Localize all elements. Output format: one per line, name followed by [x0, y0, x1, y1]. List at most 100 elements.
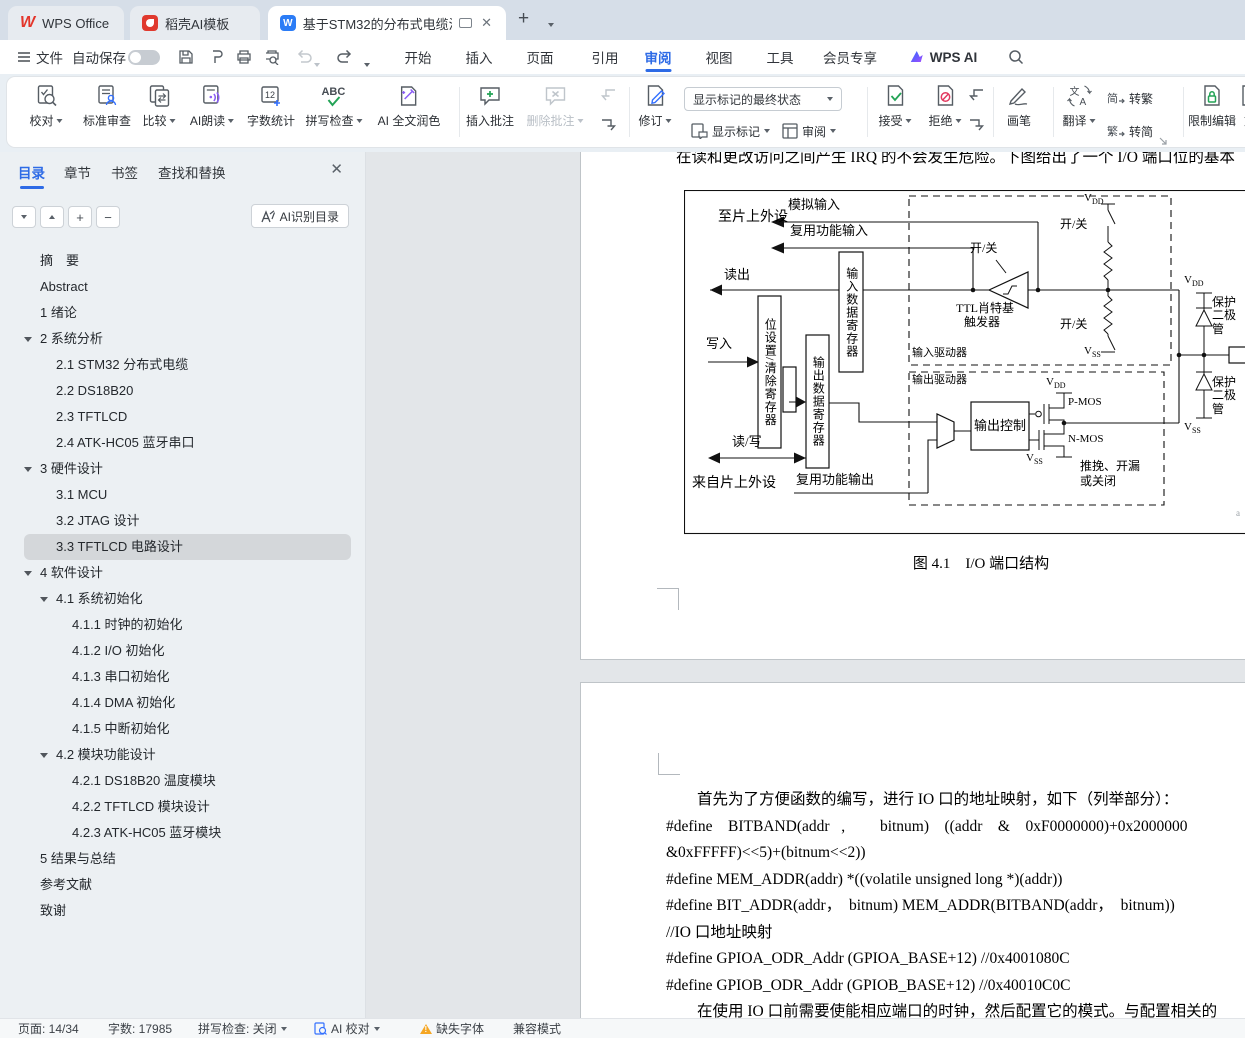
sidebar-tab-bookmarks[interactable]: 书签 [111, 162, 138, 182]
new-tab-button[interactable]: + [518, 8, 529, 30]
menu-insert[interactable]: 插入 [466, 40, 493, 74]
word-count-indicator[interactable]: 字数: 17985 [108, 1019, 172, 1038]
search-icon[interactable] [1008, 49, 1024, 65]
compare-button[interactable]: 比较 [142, 83, 175, 129]
sidebar-tab-find-replace[interactable]: 查找和替换 [158, 162, 226, 182]
toc-collapse-arrow-icon[interactable] [24, 571, 32, 576]
toc-collapse-arrow-icon[interactable] [40, 753, 48, 758]
toc-item[interactable]: 4.1 系统初始化 [24, 586, 351, 612]
group-expand-icon[interactable] [1159, 137, 1167, 145]
menu-reference[interactable]: 引用 [592, 40, 619, 74]
to-traditional-button[interactable]: 简 转繁 [1107, 87, 1153, 109]
menu-page[interactable]: 页面 [527, 40, 554, 74]
save-icon[interactable] [178, 49, 194, 65]
toc-item[interactable]: 4.2.1 DS18B20 温度模块 [24, 768, 351, 794]
autosave-toggle[interactable] [128, 50, 160, 65]
toc-zoom-out-button[interactable]: − [96, 206, 120, 228]
toc-zoom-in-button[interactable]: + [68, 206, 92, 228]
export-pdf-icon[interactable] [208, 49, 224, 65]
document-page-14[interactable]: 在读和更改访问之间产生 IRQ 的不会发生危险。下图给出了一个 I/O 端口位的… [580, 152, 1245, 660]
clipped-ribbon-button[interactable]: 文 [1237, 83, 1245, 129]
toc-item[interactable]: 2 系统分析 [24, 326, 351, 352]
toc-item[interactable]: 3 硬件设计 [24, 456, 351, 482]
close-tab-icon[interactable]: ✕ [479, 15, 494, 31]
tab-wps-office[interactable]: W WPS Office [8, 6, 124, 40]
toc-item[interactable]: 致谢 [24, 898, 351, 924]
show-markup-button[interactable]: 显示标记 [691, 120, 770, 142]
toc-item[interactable]: 3.1 MCU [24, 482, 351, 508]
standard-review-button[interactable]: 标准审查 [83, 83, 131, 129]
proofread-button[interactable]: 校对 [29, 83, 62, 129]
tab-document[interactable]: W 基于STM32的分布式电缆温度 ✕ [268, 6, 506, 40]
close-sidebar-icon[interactable]: ✕ [330, 160, 343, 178]
menu-review[interactable]: 审阅 [645, 40, 672, 74]
print-icon[interactable] [236, 49, 252, 65]
sidebar-tab-contents[interactable]: 目录 [18, 162, 45, 182]
toc-item[interactable]: 4.1.1 时钟的初始化 [24, 612, 351, 638]
toc-item[interactable]: 4.1.3 串口初始化 [24, 664, 351, 690]
pen-button[interactable]: 画笔 [1006, 83, 1032, 129]
accept-revision-button[interactable]: 接受 [878, 83, 911, 129]
toc-item[interactable]: 参考文献 [24, 872, 351, 898]
toc-collapse-arrow-icon[interactable] [40, 597, 48, 602]
toc-item[interactable]: 2.1 STM32 分布式电缆 [24, 352, 351, 378]
word-count-button[interactable]: 12 字数统计 [247, 83, 295, 129]
ai-proofread-status[interactable]: AI 校对 [314, 1019, 380, 1038]
toc-item[interactable]: Abstract [24, 274, 351, 300]
missing-font-warning[interactable]: 缺失字体 [420, 1019, 484, 1038]
print-preview-icon[interactable] [264, 49, 280, 65]
markup-state-select[interactable]: 显示标记的最终状态 [684, 87, 842, 111]
ai-read-aloud-button[interactable]: AI朗读 [190, 83, 234, 129]
translate-button[interactable]: 文A 翻译 [1062, 83, 1095, 129]
toc-item[interactable]: 摘 要 [24, 248, 351, 274]
previous-revision-button[interactable] [965, 85, 987, 105]
toc-item[interactable]: 4 软件设计 [24, 560, 351, 586]
history-dropdown-icon[interactable] [364, 54, 370, 72]
compat-mode-indicator[interactable]: 兼容模式 [513, 1019, 561, 1038]
next-comment-button[interactable] [597, 115, 619, 135]
toc-collapse-arrow-icon[interactable] [24, 337, 32, 342]
reject-revision-button[interactable]: 拒绝 [928, 83, 961, 129]
tab-docer-templates[interactable]: 稻壳AI模板 [130, 6, 260, 40]
to-simplified-button[interactable]: 繁 转简 [1107, 120, 1153, 142]
toc-item[interactable]: 3.3 TFTLCD 电路设计 [24, 534, 351, 560]
track-changes-button[interactable]: 修订 [638, 83, 671, 129]
redo-icon[interactable] [337, 49, 353, 65]
toc-item[interactable]: 2.2 DS18B20 [24, 378, 351, 404]
page-indicator[interactable]: 页面: 14/34 [18, 1019, 79, 1038]
tab-list-dropdown-icon[interactable] [548, 14, 554, 32]
screen-mode-icon[interactable] [459, 18, 472, 28]
toc-item[interactable]: 2.3 TFTLCD [24, 404, 351, 430]
next-revision-button[interactable] [965, 115, 987, 135]
insert-comment-button[interactable]: 插入批注 [466, 83, 514, 129]
menu-home[interactable]: 开始 [405, 40, 432, 74]
sidebar-tab-chapters[interactable]: 章节 [64, 162, 91, 182]
toc-item[interactable]: 2.4 ATK-HC05 蓝牙串口 [24, 430, 351, 456]
toc-item[interactable]: 4.1.5 中断初始化 [24, 716, 351, 742]
document-page-15[interactable]: 首先为了方便函数的编写，进行 IO 口的地址映射，如下（列举部分）：#defin… [580, 682, 1245, 1018]
ai-polish-button[interactable]: AI 全文润色 [378, 83, 441, 129]
spell-check-button[interactable]: ABC 拼写检查 [305, 83, 362, 129]
toc-item[interactable]: 1 绪论 [24, 300, 351, 326]
spell-check-status[interactable]: 拼写检查: 关闭 [198, 1019, 287, 1038]
toc-expand-button[interactable] [40, 206, 64, 228]
toc-item[interactable]: 4.1.2 I/O 初始化 [24, 638, 351, 664]
toc-item[interactable]: 5 结果与总结 [24, 846, 351, 872]
toc-item[interactable]: 4.2 模块功能设计 [24, 742, 351, 768]
toc-item[interactable]: 4.2.2 TFTLCD 模块设计 [24, 794, 351, 820]
file-menu[interactable]: 文件 [17, 40, 63, 74]
figure-io-port-structure[interactable]: 至片上外设模拟输入复用功能输入读出写入位设置/清除寄存器输出数据寄存器输入数据寄… [684, 190, 1245, 542]
toc-item[interactable]: 4.1.4 DMA 初始化 [24, 690, 351, 716]
menu-membership[interactable]: 会员专享 [823, 40, 877, 74]
toc-collapse-button[interactable] [12, 206, 36, 228]
menu-view[interactable]: 视图 [706, 40, 733, 74]
menu-tools[interactable]: 工具 [767, 40, 794, 74]
wps-ai-button[interactable]: WPS AI [909, 40, 978, 74]
ai-recognize-toc-button[interactable]: AI识别目录 [251, 204, 349, 228]
toc-item[interactable]: 4.2.3 ATK-HC05 蓝牙模块 [24, 820, 351, 846]
restrict-edit-button[interactable]: 限制编辑 [1188, 83, 1236, 129]
toc-collapse-arrow-icon[interactable] [24, 467, 32, 472]
review-pane-button[interactable]: 审阅 [782, 120, 836, 142]
document-canvas[interactable]: 在读和更改访问之间产生 IRQ 的不会发生危险。下图给出了一个 I/O 端口位的… [367, 152, 1245, 1018]
toc-item[interactable]: 3.2 JTAG 设计 [24, 508, 351, 534]
